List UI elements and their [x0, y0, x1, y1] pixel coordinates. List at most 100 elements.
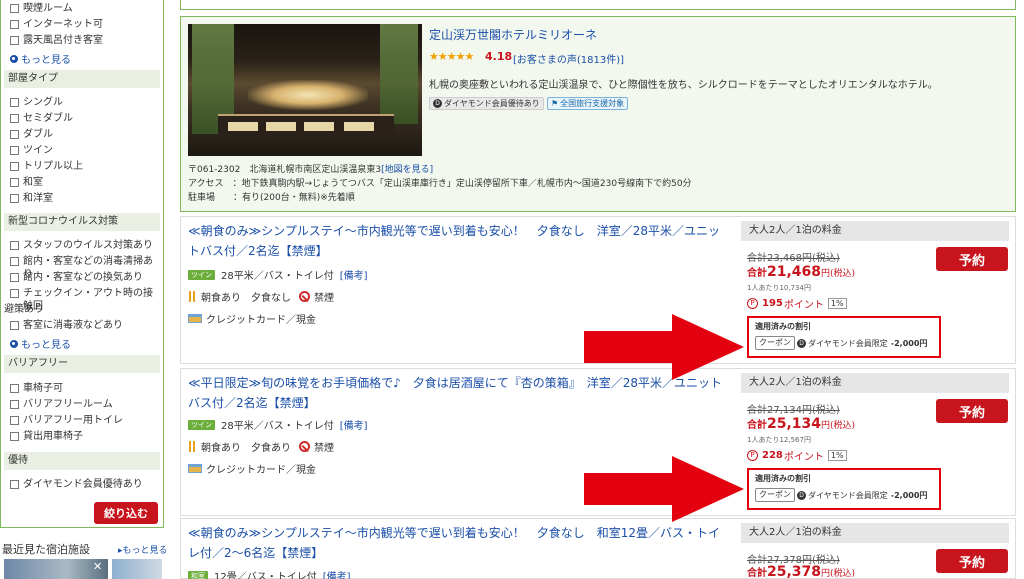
plan-title-link[interactable]: ≪朝食のみ≫シンプルステイ〜市内観光等で遅い到着も安心！ 夕食なし 和室12畳／… — [188, 523, 728, 563]
address-text: 〒061-2302 北海道札幌市南区定山渓温泉東3 — [188, 165, 382, 175]
room-text: 28平米／バス・トイレ付 — [221, 271, 334, 282]
close-icon[interactable]: ✕ — [93, 560, 102, 573]
checkbox-diamond-perk[interactable]: ダイヤモンド会員優待あり — [10, 478, 160, 491]
meal-text: 朝食あり 夕食なし — [201, 293, 291, 304]
discount-amount: -2,000円 — [890, 491, 928, 500]
note-link[interactable]: [備考] — [340, 417, 368, 432]
parking-line: 駐車場 ：有り(200台・無料)※先着順 — [188, 193, 355, 203]
fork-knife-icon — [188, 291, 197, 302]
checkbox[interactable] — [10, 400, 19, 409]
checkbox-label: 喫煙ルーム — [23, 3, 73, 14]
coupon-tag[interactable]: クーポン — [755, 336, 795, 350]
checkbox-japanese-room[interactable]: 和室 — [10, 176, 160, 189]
checkbox[interactable] — [10, 273, 19, 282]
credit-card-icon — [188, 464, 202, 473]
photo-detail — [380, 24, 418, 124]
reserve-button[interactable]: 予約 — [936, 247, 1008, 271]
recent-more-link[interactable]: ▸もっと見る — [118, 543, 168, 556]
coupon-tag[interactable]: クーポン — [755, 488, 795, 502]
plan-title-link[interactable]: ≪朝食のみ≫シンプルステイ〜市内観光等で遅い到着も安心！ 夕食なし 洋室／28平… — [188, 221, 728, 261]
checkbox-semi-double[interactable]: セミダブル — [10, 112, 160, 125]
payment-info: クレジットカード／現金 — [188, 461, 316, 476]
checkbox[interactable] — [10, 241, 19, 250]
price-header: 大人2人／1泊の料金 — [741, 221, 1009, 241]
checkbox-label: 車椅子可 — [23, 383, 63, 394]
section-header-room-type: 部屋タイプ — [4, 70, 160, 88]
annotation-arrow-icon — [584, 456, 744, 522]
checkbox[interactable] — [10, 146, 19, 155]
checkbox[interactable] — [10, 114, 19, 123]
discount-title: 適用済みの割引 — [755, 322, 811, 331]
payment-text: クレジットカード／現金 — [206, 315, 316, 326]
annotation-arrow-icon — [584, 314, 744, 380]
discount-text: ダイヤモンド会員限定 — [808, 339, 888, 348]
checkbox-japanese-western-room[interactable]: 和洋室 — [10, 192, 160, 205]
checkbox[interactable] — [10, 257, 19, 266]
more-link-equipment[interactable]: もっと見る — [10, 51, 71, 66]
checkbox[interactable] — [10, 480, 19, 489]
original-price: 合計27,134円(税込) — [747, 405, 840, 416]
room-info: ツイン 28平米／バス・トイレ付 [備考] — [188, 267, 368, 282]
points-value: 195 — [762, 298, 783, 309]
checkbox[interactable] — [10, 4, 19, 13]
checkbox[interactable] — [10, 194, 19, 203]
checkbox-internet[interactable]: インターネット可 — [10, 18, 160, 31]
checkbox-label: バリアフリールーム — [23, 399, 113, 410]
payment-text: クレジットカード／現金 — [206, 465, 316, 476]
checkbox[interactable] — [10, 162, 19, 171]
star-rating-icon: ★★★★★ — [429, 50, 474, 63]
checkbox-single[interactable]: シングル — [10, 96, 160, 109]
checkbox[interactable] — [10, 432, 19, 441]
checkbox-label: 客室に消毒液などあり — [23, 320, 123, 331]
checkbox[interactable] — [10, 384, 19, 393]
room-type-tag: ツイン — [188, 269, 215, 280]
note-link[interactable]: [備考] — [340, 267, 368, 282]
checkbox-label: 露天風呂付き客室 — [23, 35, 103, 46]
checkbox-triple[interactable]: トリプル以上 — [10, 160, 160, 173]
point-icon: P — [747, 450, 758, 461]
checkbox[interactable] — [10, 36, 19, 45]
discount-detail: D ダイヤモンド会員限定 -2,000円 — [797, 490, 927, 501]
note-link[interactable]: [備考] — [323, 568, 351, 579]
filter-submit-button[interactable]: 絞り込む — [94, 502, 158, 524]
checkbox-double[interactable]: ダブル — [10, 128, 160, 141]
previous-card-bottom — [180, 0, 1016, 10]
checkbox-smoking-room[interactable]: 喫煙ルーム — [10, 2, 160, 15]
checkbox-twin[interactable]: ツイン — [10, 144, 160, 157]
room-info: ツイン 28平米／バス・トイレ付 [備考] — [188, 417, 368, 432]
checkbox[interactable] — [10, 321, 19, 330]
diamond-icon: D — [797, 339, 806, 348]
checkbox-barrier-free-toilet[interactable]: バリアフリー用トイレ — [10, 414, 160, 427]
reserve-button[interactable]: 予約 — [936, 549, 1008, 573]
checkbox-wheelchair[interactable]: 車椅子可 — [10, 382, 160, 395]
reviews-link[interactable]: [お客さまの声(1813件)] — [513, 51, 624, 66]
checkbox[interactable] — [10, 416, 19, 425]
meal-text: 朝食あり 夕食あり — [201, 443, 291, 454]
section-header-barrier-free: バリアフリー — [4, 355, 160, 373]
room-type-tag: 和室 — [188, 570, 208, 579]
room-info: 和室 12畳／バス・トイレ付 [備考] — [188, 568, 351, 579]
total-amount: 21,468 — [767, 264, 822, 280]
total-suffix: 円(税込) — [821, 421, 856, 431]
map-link[interactable]: [地図を見る] — [381, 165, 433, 175]
checkbox-sanitizer[interactable]: 客室に消毒液などあり — [10, 319, 160, 332]
discount-box: 適用済みの割引 クーポン D ダイヤモンド会員限定 -2,000円 — [747, 468, 941, 510]
checkbox-staff-measures[interactable]: スタッフのウイルス対策あり — [10, 239, 160, 252]
checkbox-label-continued: 避策あり — [4, 303, 154, 316]
checkbox[interactable] — [10, 20, 19, 29]
discount-text: ダイヤモンド会員限定 — [808, 491, 888, 500]
discount-title: 適用済みの割引 — [755, 474, 811, 483]
hotel-photo[interactable] — [188, 24, 422, 156]
checkbox[interactable] — [10, 130, 19, 139]
checkbox-barrier-free-room[interactable]: バリアフリールーム — [10, 398, 160, 411]
checkbox-ventilation[interactable]: 館内・客室などの換気あり — [10, 271, 160, 284]
hotel-name-link[interactable]: 定山渓万世閣ホテルミリオーネ — [429, 26, 597, 43]
recent-hotel-thumbnail[interactable] — [112, 559, 162, 579]
checkbox[interactable] — [10, 289, 19, 298]
checkbox-rental-wheelchair[interactable]: 貸出用車椅子 — [10, 430, 160, 443]
reserve-button[interactable]: 予約 — [936, 399, 1008, 423]
checkbox[interactable] — [10, 98, 19, 107]
more-link-covid[interactable]: もっと見る — [10, 336, 71, 351]
checkbox-open-air-bath[interactable]: 露天風呂付き客室 — [10, 34, 160, 47]
checkbox[interactable] — [10, 178, 19, 187]
